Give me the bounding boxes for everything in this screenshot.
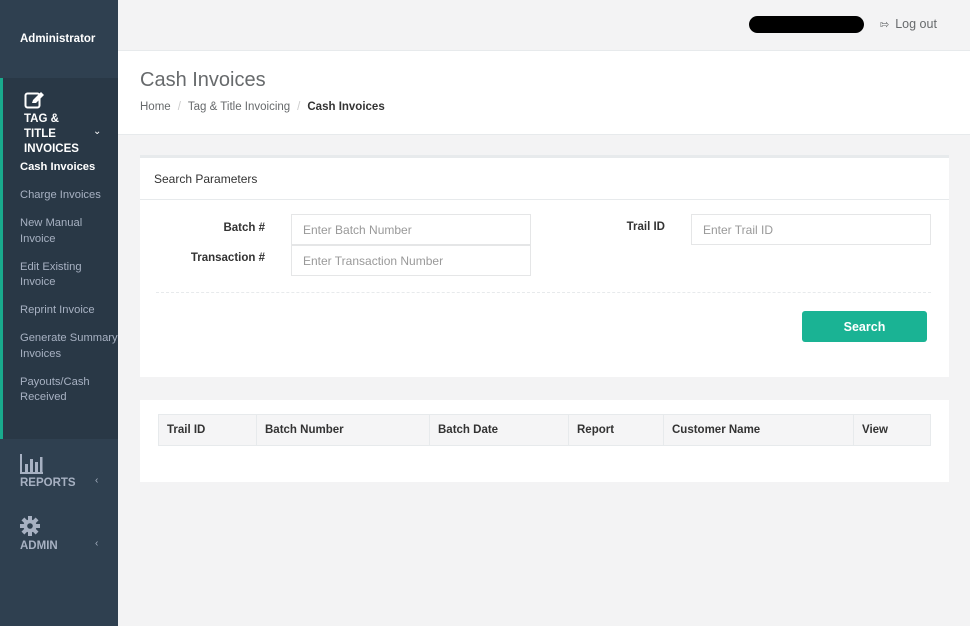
breadcrumb: Home / Tag & Title Invoicing / Cash Invoices [140,101,385,113]
chevron-left-icon: ‹ [95,538,99,549]
chevron-left-icon: ‹ [95,475,99,486]
sidebar-item-reprint-invoice[interactable]: Reprint Invoice [3,303,118,319]
search-button[interactable]: Search [802,311,927,342]
column-header-trail-id[interactable]: Trail ID [158,414,257,446]
top-navbar: ⇰ Log out [118,0,970,51]
sidebar-item-new-manual-invoice[interactable]: New Manual Invoice [3,216,118,247]
trail-id-input[interactable] [691,214,931,245]
sidebar-item-cash-invoices[interactable]: Cash Invoices [3,160,118,176]
sidebar-item-label: REPORTS [20,477,76,489]
sidebar-item-payouts-cash-received[interactable]: Payouts/Cash Received [3,375,118,406]
sidebar-item-edit-existing-invoice[interactable]: Edit Existing Invoice [3,260,118,291]
sidebar-item-charge-invoices[interactable]: Charge Invoices [3,188,118,204]
results-table: Trail ID Batch Number Batch Date Report … [158,414,931,446]
breadcrumb-separator: / [297,101,301,113]
search-parameters-panel: Search Parameters Batch # Transaction # … [140,155,949,377]
panel-title: Search Parameters [140,158,949,200]
column-header-customer-name[interactable]: Customer Name [663,414,854,446]
sidebar-submenu: Cash Invoices Charge Invoices New Manual… [3,160,118,406]
results-panel: Trail ID Batch Number Batch Date Report … [140,400,949,482]
chevron-down-icon: ⌄ [93,126,102,137]
breadcrumb-home[interactable]: Home [140,101,171,113]
sidebar-item-admin[interactable]: ADMIN ‹ [0,516,118,566]
sidebar-item-tag-title-invoices[interactable]: TAG & TITLE INVOICES ⌄ [3,78,118,160]
batch-label: Batch # [223,222,265,234]
divider [156,292,931,293]
page-title: Cash Invoices [140,69,266,91]
sidebar-item-reports[interactable]: REPORTS ‹ [0,453,118,503]
transaction-number-input[interactable] [291,245,531,276]
column-header-batch-date[interactable]: Batch Date [429,414,569,446]
gear-icon [20,516,40,536]
bar-chart-icon [20,454,43,474]
column-header-view[interactable]: View [853,414,931,446]
trail-id-label: Trail ID [626,221,665,233]
sidebar-item-generate-summary-invoices[interactable]: Generate Summary Invoices [3,331,118,362]
logout-label: Log out [895,17,937,31]
table-header-row: Trail ID Batch Number Batch Date Report … [158,414,931,446]
transaction-label: Transaction # [190,252,265,264]
column-header-report[interactable]: Report [568,414,664,446]
sidebar-item-label: ADMIN [20,540,58,552]
sidebar-section-label: TAG & TITLE INVOICES [24,113,79,155]
batch-number-input[interactable] [291,214,531,245]
redacted-user-info [749,16,864,33]
user-name: Administrator [20,33,96,45]
logout-link[interactable]: ⇰ Log out [880,17,937,31]
sidebar: Administrator TAG & TITLE INVOICES ⌄ Cas… [0,0,118,626]
breadcrumb-tag-title-invoicing[interactable]: Tag & Title Invoicing [188,101,290,113]
sign-out-icon: ⇰ [880,19,890,31]
breadcrumb-separator: / [177,101,181,113]
edit-icon [24,92,44,109]
breadcrumb-current: Cash Invoices [307,101,385,113]
column-header-batch-number[interactable]: Batch Number [256,414,430,446]
sidebar-section-tag-title: TAG & TITLE INVOICES ⌄ Cash Invoices Cha… [0,78,118,439]
page-heading: Cash Invoices Home / Tag & Title Invoicing… [118,51,970,135]
